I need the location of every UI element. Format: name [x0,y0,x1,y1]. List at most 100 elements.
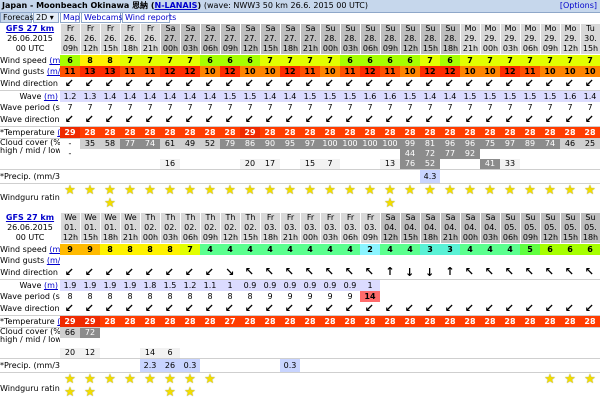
model-link[interactable]: GFS 27 km [6,213,54,222]
wind-gusts-cell [240,255,260,266]
temperature-cell: 28 [300,316,320,327]
row-label-wind-gusts: Wind gusts (m/s) [0,255,60,266]
wind-direction-cell: ↑ [540,266,560,279]
temperature-cell: 28 [80,127,100,138]
wind-direction-cell: ↑ [140,77,160,90]
row-label-precip: *Precip. (mm/3h) [0,170,60,183]
cloud-high-cell [440,328,460,338]
model-link[interactable]: N-LANAIS [155,1,198,10]
unit-link[interactable]: (m/s) [49,56,60,65]
wave-period-cell [540,291,560,302]
rating-cell: ★ [140,373,160,404]
direction-arrow-icon: ↑ [302,77,318,90]
direction-arrow-icon: ↑ [442,77,458,90]
precip-cell: 4.3 [420,170,440,183]
date-cell: 03. [280,223,300,233]
wind-direction-cell: ↑ [580,77,600,90]
temperature-cell: 28 [220,127,240,138]
day-cell: Sa [420,213,440,223]
wind-gusts-cell [460,255,480,266]
options-link[interactable]: [Options] [560,0,597,12]
direction-arrow-icon: ↑ [342,266,358,279]
direction-arrow-icon: ↑ [322,77,338,90]
tab-2d[interactable]: 2D ▾ [33,13,59,23]
wind-direction-cell: ↑ [260,266,280,279]
tab-map[interactable]: Map [60,13,80,23]
direction-arrow-icon: ↑ [202,77,218,90]
cloud-high-cell [240,328,260,338]
wind-speed-cell: 8 [100,244,120,255]
wave-direction-cell: ↑ [240,302,260,315]
direction-arrow-icon: ↑ [362,302,378,315]
cloud-low-cell [180,348,200,358]
rating-cell [460,373,480,404]
rating-star-icon: ★ [584,373,596,387]
tab-wind-reports[interactable]: Wind reports [122,13,176,23]
precip-cell [220,359,240,372]
wind-speed-cell: 7 [560,55,580,66]
day-cell: Su [500,213,520,223]
wave-cell: 1.6 [560,91,580,102]
wave-cell: 0.9 [280,280,300,291]
unit-link[interactable]: (m/s) [47,256,60,265]
cloud-low-cell [460,348,480,358]
direction-arrow-icon: ↑ [302,266,318,279]
hour-cell: 18h [420,233,440,243]
rating-star-icon: ★ [64,385,76,400]
date-cell: 05. [520,223,540,233]
rating-cell: ★ [120,184,140,212]
rating-cell [520,373,540,404]
wave-cell: 1.9 [80,280,100,291]
hour-cell: 12h [560,44,580,54]
temperature-cell: 28 [180,316,200,327]
rating-cell: ★ ★ [160,373,180,404]
direction-arrow-icon: ↑ [502,113,518,126]
forecast-table-2: GFS 27 km 26.06.2015 00 UTC We We We We Th Th Th T… [0,213,600,404]
tab-webcams[interactable]: Webcams [81,13,123,23]
cloud-high-cell: 96 [440,139,460,149]
row-label-wind-speed: Wind speed (m/s) [0,55,60,66]
precip-cell [240,359,260,372]
unit-link[interactable]: (m) [44,92,58,101]
rating-cell: ★ [120,373,140,404]
wave-cell [560,280,580,291]
rating-cell [300,373,320,404]
date-cell: 27. [300,34,320,44]
rating-cell: ★ [540,373,560,404]
cloud-high-cell: 25 [580,139,600,149]
wind-speed-cell: 7 [160,55,180,66]
hour-cell: 18h [280,44,300,54]
cloud-high-cell: 49 [180,139,200,149]
wave-direction-cell: ↑ [100,113,120,126]
temperature-cell: 28 [120,316,140,327]
date-cell: 29. [520,34,540,44]
wind-gusts-cell: 10 [320,66,340,77]
direction-arrow-icon: ↑ [262,302,278,315]
unit-link[interactable]: (m/s) [47,67,60,76]
unit-link[interactable]: (m) [44,281,58,290]
direction-arrow-icon: ↑ [102,113,118,126]
model-link[interactable]: GFS 27 km [6,24,54,33]
rating-star-icon: ★ [144,184,156,198]
direction-arrow-icon: ↑ [362,77,378,90]
rating-cell: ★ [360,184,380,212]
cloud-high-cell: 46 [560,139,580,149]
cloud-high-cell: 97 [300,139,320,149]
day-cell: Sa [300,24,320,34]
cloud-mid-cell: 72 [420,149,440,159]
wind-direction-cell: ↑ [60,77,80,90]
wave-direction-cell: ↑ [360,113,380,126]
hour-cell: 15h [580,44,600,54]
wind-gusts-cell [340,255,360,266]
wind-direction-cell: ↑ [540,77,560,90]
tab-forecast[interactable]: Forecast [0,13,37,23]
unit-link[interactable]: (m/s) [49,245,60,254]
direction-arrow-icon: ↑ [242,302,258,315]
wind-speed-cell: 8 [160,244,180,255]
model-date: 26.06.2015 [7,223,53,232]
precip-cell [560,359,580,372]
cloud-mid-cell [220,338,240,348]
direction-arrow-icon: ↑ [382,77,398,90]
row-label-text: Wave [19,281,42,290]
wind-direction-cell: ↑ [320,266,340,279]
